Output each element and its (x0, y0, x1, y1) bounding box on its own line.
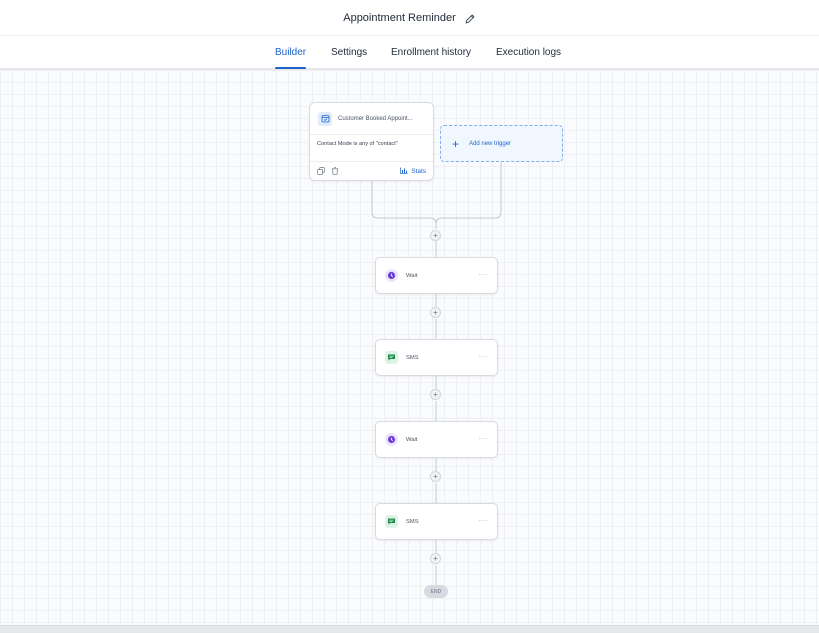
trigger-title: Customer Booked Appoint... (338, 115, 413, 122)
step-label: Wait (406, 436, 418, 443)
bar-chart-icon (400, 167, 408, 176)
step-sms[interactable]: SMS ··· (375, 503, 498, 540)
add-step-button[interactable]: + (430, 471, 441, 482)
copy-icon[interactable] (317, 162, 325, 180)
plus-icon: + (452, 136, 460, 151)
step-wait[interactable]: Wait ··· (375, 421, 498, 458)
more-options-icon[interactable]: ··· (479, 270, 489, 279)
trigger-header: Customer Booked Appoint... (310, 103, 433, 135)
more-options-icon[interactable]: ··· (479, 352, 489, 361)
end-node: END (424, 585, 448, 598)
trigger-card[interactable]: Customer Booked Appoint... Contact Mode … (309, 102, 434, 181)
add-step-button[interactable]: + (430, 230, 441, 241)
more-options-icon[interactable]: ··· (479, 516, 489, 525)
stats-button[interactable]: Stats (400, 167, 426, 176)
add-step-button[interactable]: + (430, 553, 441, 564)
clock-icon (385, 269, 398, 282)
step-label: SMS (406, 354, 419, 361)
message-icon (385, 351, 398, 364)
add-step-button[interactable]: + (430, 389, 441, 400)
calendar-check-icon (318, 111, 332, 126)
step-sms[interactable]: SMS ··· (375, 339, 498, 376)
step-label: Wait (406, 272, 418, 279)
add-trigger-label: Add new trigger (469, 140, 512, 147)
trash-icon[interactable] (331, 162, 339, 180)
clock-icon (385, 433, 398, 446)
message-icon (385, 515, 398, 528)
add-trigger-button[interactable]: + Add new trigger (440, 125, 563, 162)
stats-label: Stats (411, 167, 426, 175)
trigger-condition: Contact Mode is any of "contact" (310, 135, 433, 162)
step-wait[interactable]: Wait ··· (375, 257, 498, 294)
trigger-footer: Stats (310, 162, 433, 180)
add-step-button[interactable]: + (430, 307, 441, 318)
more-options-icon[interactable]: ··· (479, 434, 489, 443)
step-label: SMS (406, 518, 419, 525)
